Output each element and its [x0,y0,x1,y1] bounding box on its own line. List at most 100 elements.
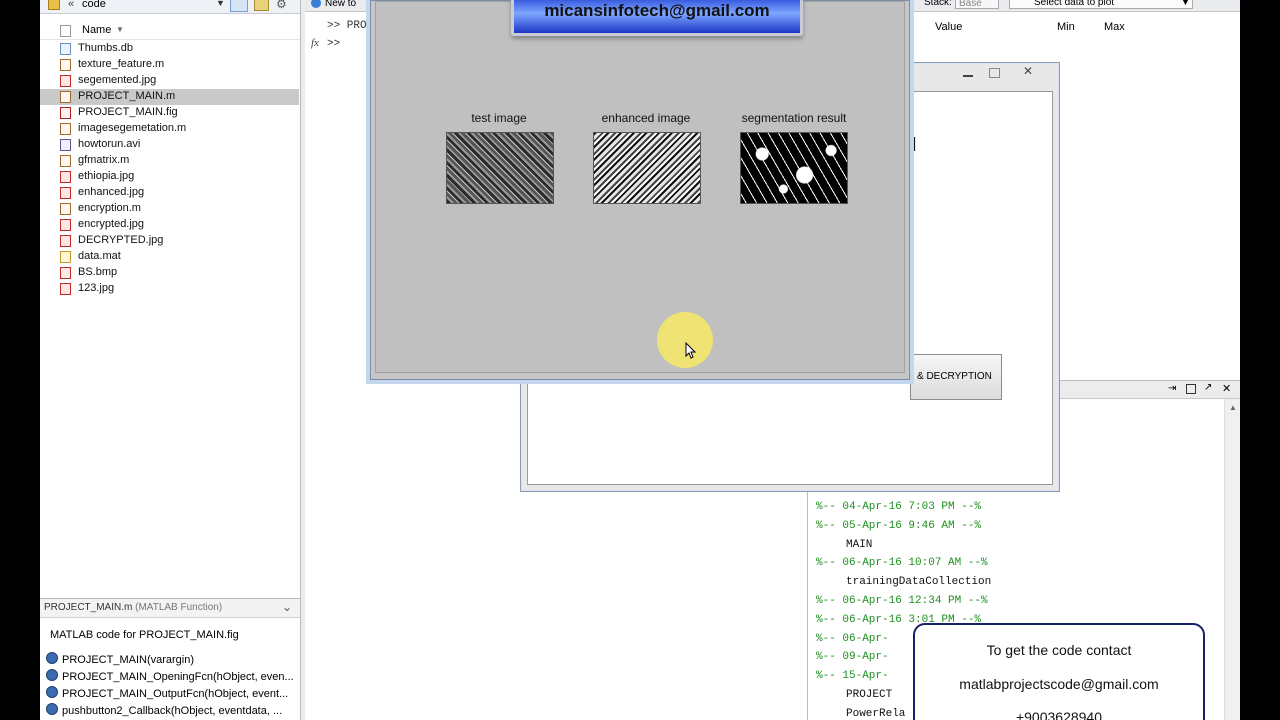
chevron-down-icon[interactable]: ▼ [1181,0,1190,7]
search-icon[interactable] [230,0,248,12]
file-name: BS.bmp [78,266,118,278]
history-command[interactable]: MAIN [846,539,872,551]
jpg-file-icon [60,219,71,231]
file-row[interactable]: enhanced.jpg [40,185,299,201]
max-column[interactable]: Max [1104,21,1125,33]
file-row[interactable]: segemented.jpg [40,73,299,89]
test-image [446,132,554,204]
file-row[interactable]: PROJECT_MAIN.m [40,89,299,105]
value-column[interactable]: Value [935,21,962,33]
cursor-highlight [657,312,713,368]
history-session-marker[interactable]: %-- 05-Apr-16 9:46 AM --% [816,520,981,532]
test-image-label: test image [471,111,527,125]
history-command[interactable]: PowerRela [846,708,905,720]
file-row[interactable]: imagesegemetation.m [40,121,299,137]
dock-arrow-icon[interactable]: ↗ [1204,382,1212,393]
file-name: data.mat [78,250,121,262]
file-row[interactable]: encrypted.jpg [40,217,299,233]
chevron-down-icon[interactable]: ⌄ [282,600,292,614]
history-command[interactable]: PROJECT [846,689,892,701]
help-icon[interactable] [311,0,321,8]
enhanced-image [593,132,701,204]
close-icon[interactable]: ✕ [1222,382,1231,395]
new-folder-icon[interactable] [254,0,269,11]
file-row[interactable]: howtorun.avi [40,137,299,153]
details-description: MATLAB code for PROJECT_MAIN.fig [50,629,239,641]
jpg-file-icon [60,75,71,87]
function-item[interactable]: PROJECT_MAIN_OpeningFcn(hObject, even... [46,669,294,683]
file-row[interactable]: 123.jpg [40,281,299,297]
file-name: ethiopia.jpg [78,170,135,182]
back-chevron-icon[interactable]: « [68,0,74,10]
function-item[interactable]: PROJECT_MAIN_OutputFcn(hObject, event... [46,686,288,700]
folder-path-bar[interactable]: « code ▼ ⚙ [40,0,300,14]
stack-dropdown[interactable]: Base [955,0,999,9]
file-name: encrypted.jpg [78,218,145,230]
contact-card: To get the code contact matlabprojectsco… [913,623,1205,720]
fx-icon[interactable]: fx [311,37,319,49]
chevron-down-icon[interactable]: ▼ [216,0,225,8]
history-session-marker[interactable]: %-- 06-Apr- [816,633,889,645]
encryption-decryption-button-label: & DECRYPTION [917,371,992,382]
file-row[interactable]: BS.bmp [40,265,299,281]
gear-icon[interactable]: ⚙ [276,0,287,11]
undock-icon[interactable]: ⇥ [1168,383,1176,394]
file-name: encryption.m [78,202,141,214]
history-command[interactable]: trainingDataCollection [846,576,991,588]
file-row[interactable]: DECRYPTED.jpg [40,233,299,249]
segmentation-result-image [740,132,848,204]
file-row[interactable]: ethiopia.jpg [40,169,299,185]
maximize-icon[interactable] [989,68,1000,78]
folder-icon [48,0,60,10]
new-to-matlab-link[interactable]: New to [325,0,356,9]
command-prompt[interactable]: >> [327,38,340,50]
history-session-marker[interactable]: %-- 09-Apr- [816,651,889,663]
history-session-marker[interactable]: %-- 06-Apr-16 12:34 PM --% [816,595,988,607]
file-name: howtorun.avi [78,138,141,150]
m-file-icon [60,91,71,103]
contact-heading: To get the code contact [986,642,1132,658]
close-icon[interactable]: ✕ [1023,64,1033,78]
banner-email: micansinfotech@gmail.com [544,1,770,20]
file-row[interactable]: PROJECT_MAIN.fig [40,105,299,121]
function-item[interactable]: pushbutton2_Callback(hObject, eventdata,… [46,703,282,717]
folder-path: code [82,0,106,10]
history-session-marker[interactable]: %-- 06-Apr-16 10:07 AM --% [816,557,988,569]
contact-phone: +9003628940 [1015,709,1103,720]
segmentation-result-label: segmentation result [741,111,847,125]
details-file-title: PROJECT_MAIN.m [44,602,133,613]
plot-selector[interactable]: Select data to plot [1009,0,1193,9]
scroll-up-icon[interactable]: ▲ [1229,403,1237,412]
file-name: 123.jpg [78,282,115,294]
history-scrollbar[interactable]: ▲ [1224,399,1240,720]
bmp-file-icon [60,267,71,279]
gui-canvas: micansinfotech@gmail.com test image enha… [375,0,905,373]
current-folder-panel: « code ▼ ⚙ Name ▼ Thumbs.db texture_featu… [40,0,301,720]
maximize-icon[interactable] [1186,384,1196,394]
file-name: PROJECT_MAIN.m [78,90,176,102]
file-row[interactable]: texture_feature.m [40,57,299,73]
function-name: PROJECT_MAIN_OutputFcn(hObject, event... [62,688,289,700]
db-file-icon [60,43,71,55]
function-item[interactable]: PROJECT_MAIN(varargin) [46,652,194,666]
file-row[interactable]: data.mat [40,249,299,265]
encryption-decryption-button[interactable]: & DECRYPTION [910,354,1002,400]
details-panel: PROJECT_MAIN.m (MATLAB Function) ⌄ MATLA… [40,598,300,720]
m-file-icon [60,155,71,167]
file-row[interactable]: encryption.m [40,201,299,217]
file-row[interactable]: Thumbs.db [40,41,299,57]
minimize-icon[interactable] [963,75,973,77]
column-header[interactable]: Name ▼ [40,22,300,40]
project-main-figure-window[interactable]: micansinfotech@gmail.com test image enha… [370,0,910,380]
name-column-label: Name [82,24,112,36]
file-type-column-icon [60,25,71,37]
history-session-marker[interactable]: %-- 15-Apr- [816,670,889,682]
history-session-marker[interactable]: %-- 04-Apr-16 7:03 PM --% [816,501,981,513]
min-column[interactable]: Min [1057,21,1075,33]
details-header[interactable]: PROJECT_MAIN.m (MATLAB Function) ⌄ [40,599,300,618]
file-row[interactable]: gfmatrix.m [40,153,299,169]
function-icon [46,686,58,698]
file-name: imagesegemetation.m [78,122,187,134]
function-icon [46,669,58,681]
m-file-icon [60,123,71,135]
